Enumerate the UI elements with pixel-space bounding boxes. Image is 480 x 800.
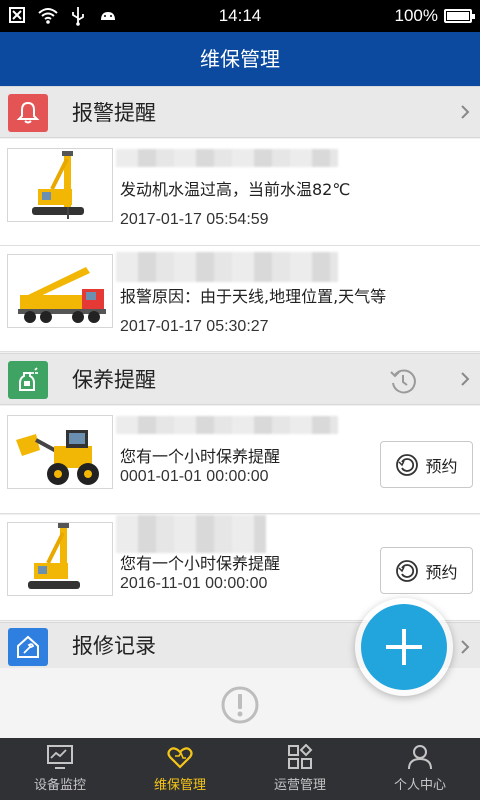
- wheel-loader-image: [7, 415, 113, 489]
- redacted-device-name: [116, 149, 338, 167]
- book-appointment-button[interactable]: 预约: [380, 547, 473, 594]
- monitor-icon: [47, 745, 73, 769]
- add-button[interactable]: [361, 604, 447, 690]
- alarm-section-header[interactable]: 报警提醒: [0, 86, 480, 138]
- nav-label: 设备监控: [33, 778, 86, 793]
- page-title: 维保管理: [0, 32, 480, 86]
- exclamation-icon: [221, 686, 259, 724]
- alarm-message: 报警原因：由于天线,地理位置,天气等: [120, 287, 387, 306]
- maintenance-message: 您有一个小时保养提醒: [120, 447, 281, 466]
- nav-maintenance[interactable]: 维保管理: [120, 738, 240, 800]
- truck-crane-image: [7, 254, 113, 328]
- person-icon: [408, 745, 432, 770]
- refresh-clock-icon: [396, 559, 419, 582]
- alarm-section-title: 报警提醒: [72, 101, 156, 125]
- book-appointment-button[interactable]: 预约: [380, 441, 473, 488]
- history-icon[interactable]: [388, 366, 418, 396]
- battery-text: 100%: [394, 6, 438, 25]
- maintenance-message: 您有一个小时保养提醒: [120, 554, 281, 573]
- maintenance-list-item[interactable]: 您有一个小时保养提醒 0001-01-01 00:00:00 预约: [0, 406, 480, 514]
- chevron-right-icon: [461, 372, 470, 386]
- spray-bottle-icon: [8, 361, 48, 399]
- bell-icon: [8, 94, 48, 132]
- alarm-timestamp: 2017-01-17 05:54:59: [120, 211, 269, 228]
- rotary-drilling-rig-image: [7, 522, 113, 596]
- refresh-clock-icon: [396, 453, 419, 476]
- battery-icon: [444, 9, 475, 23]
- grid-icon: [288, 744, 313, 769]
- repair-section-title: 报修记录: [72, 634, 156, 658]
- chevron-right-icon: [461, 105, 470, 119]
- maintenance-section-title: 保养提醒: [72, 368, 156, 392]
- nav-profile[interactable]: 个人中心: [360, 738, 480, 800]
- redacted-device-name: [116, 416, 338, 434]
- nav-device-monitoring[interactable]: 设备监控: [0, 738, 120, 800]
- redacted-device-name: [116, 252, 338, 282]
- book-button-label: 预约: [425, 562, 458, 582]
- redacted-device-name: [116, 515, 266, 553]
- chevron-right-icon: [461, 640, 470, 654]
- nav-label: 个人中心: [393, 778, 446, 793]
- alarm-list-item[interactable]: 报警原因：由于天线,地理位置,天气等 2017-01-17 05:30:27: [0, 246, 480, 352]
- plus-icon: [386, 629, 422, 665]
- status-bar: 14:14 100%: [0, 0, 480, 32]
- alarm-list-item[interactable]: 发动机水温过高，当前水温82℃ 2017-01-17 05:54:59: [0, 139, 480, 246]
- bottom-nav: 设备监控 维保管理 运营管理 个人中心: [0, 738, 480, 800]
- alarm-message: 发动机水温过高，当前水温82℃: [120, 180, 351, 199]
- heart-icon: [167, 747, 193, 769]
- rotary-drilling-rig-image: [7, 148, 113, 222]
- house-wrench-icon: [8, 628, 48, 666]
- nav-operations[interactable]: 运营管理: [240, 738, 360, 800]
- alarm-timestamp: 2017-01-17 05:30:27: [120, 318, 269, 335]
- maintenance-timestamp: 0001-01-01 00:00:00: [120, 468, 269, 485]
- nav-label: 维保管理: [153, 778, 206, 793]
- book-button-label: 预约: [425, 456, 458, 476]
- maintenance-timestamp: 2016-11-01 00:00:00: [120, 575, 268, 592]
- nav-label: 运营管理: [273, 778, 326, 793]
- maintenance-section-header[interactable]: 保养提醒: [0, 353, 480, 405]
